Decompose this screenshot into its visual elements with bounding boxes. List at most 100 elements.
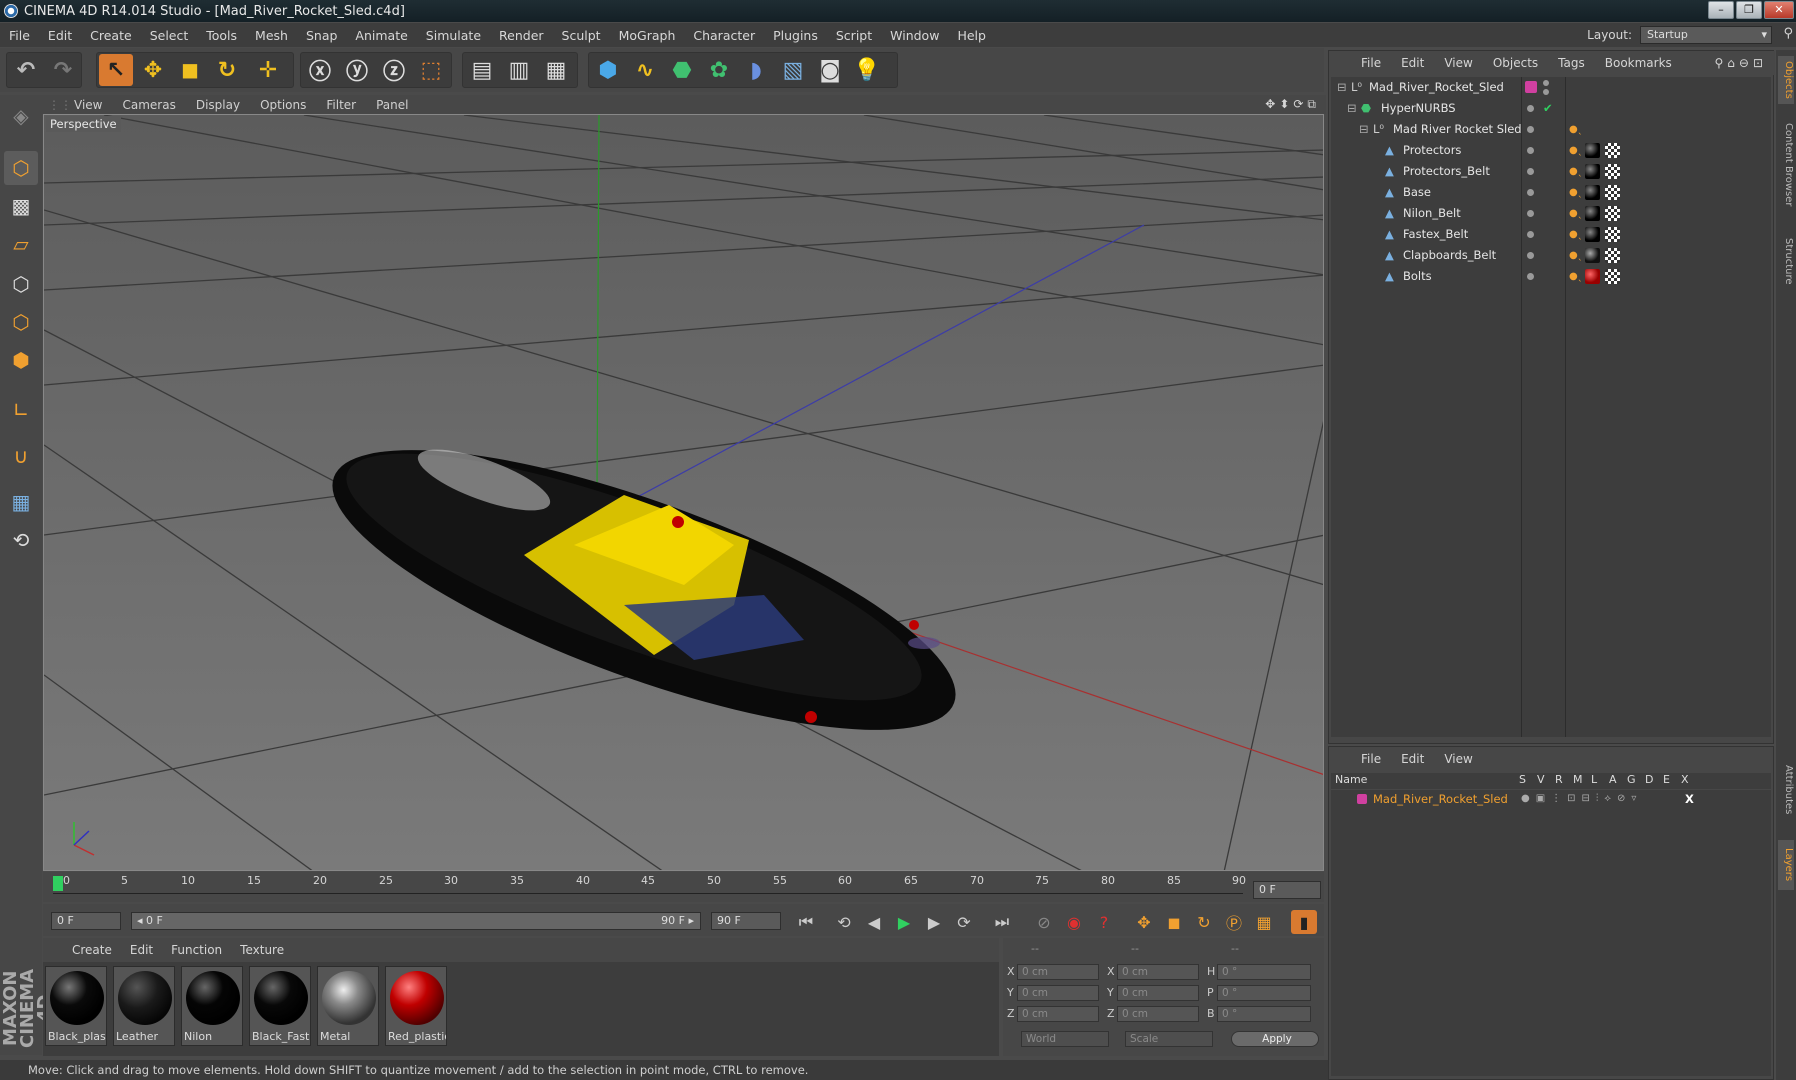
object-row[interactable]: ▲ Bolts ●ˎ [1331, 266, 1771, 287]
material-menu-function[interactable]: Function [162, 943, 231, 957]
x-axis-lock-icon[interactable]: ⓧ [303, 54, 337, 86]
goto-end-icon[interactable]: ⏭ [989, 910, 1015, 934]
key-rotation-icon[interactable]: ↻ [1191, 910, 1217, 934]
current-frame-field[interactable]: 0 F [1253, 881, 1321, 899]
next-frame-icon[interactable]: ▶ [921, 910, 947, 934]
visibility-dot[interactable] [1527, 210, 1534, 217]
material-swatch[interactable]: Black_Faste [249, 966, 311, 1046]
collapse-icon[interactable]: ⊟ [1337, 77, 1347, 98]
prev-frame-icon[interactable]: ◀ [861, 910, 887, 934]
material-tag-icon[interactable] [1585, 248, 1600, 263]
snap-magnet-icon[interactable]: ∪ [4, 439, 38, 473]
planar-workplane-icon[interactable]: ⟲ [4, 523, 38, 557]
object-row[interactable]: ▲ Fastex_Belt ●ˎ [1331, 224, 1771, 245]
object-row[interactable]: ⊟ ⬣ HyperNURBS ✔ [1331, 98, 1771, 119]
object-row[interactable]: ▲ Clapboards_Belt ●ˎ [1331, 245, 1771, 266]
uvw-tag-icon[interactable] [1605, 143, 1620, 158]
polygons-mode-icon[interactable]: ⬢ [4, 343, 38, 377]
play-icon[interactable]: ▶ [891, 910, 917, 934]
material-tag-icon[interactable] [1585, 269, 1600, 284]
material-swatch[interactable]: Nilon [181, 966, 243, 1046]
material-swatch[interactable]: Black_plast [45, 966, 107, 1046]
viewport-menu-filter[interactable]: Filter [316, 98, 366, 112]
scale-tool-icon[interactable]: ◼ [173, 54, 207, 86]
coordinate-system-icon[interactable]: ⬚ [414, 54, 448, 86]
key-parameter-icon[interactable]: Ⓟ [1221, 910, 1247, 934]
spline-icon[interactable]: ∿ [628, 54, 662, 86]
object-row[interactable]: ▲ Nilon_Belt ●ˎ [1331, 203, 1771, 224]
visibility-dot[interactable] [1543, 80, 1549, 86]
tab-content-browser[interactable]: Content Browser [1778, 110, 1794, 220]
tab-attributes[interactable]: Attributes [1778, 750, 1794, 830]
objects-menu-edit[interactable]: Edit [1391, 56, 1434, 70]
position-x-field[interactable]: 0 cm [1017, 964, 1099, 980]
render-dot[interactable] [1543, 89, 1549, 95]
viewport-menu-view[interactable]: View [64, 98, 112, 112]
material-menu-edit[interactable]: Edit [121, 943, 162, 957]
material-menu-create[interactable]: Create [63, 943, 121, 957]
material-tag-icon[interactable] [1585, 164, 1600, 179]
live-selection-icon[interactable]: ↖ [99, 54, 133, 86]
menu-snap[interactable]: Snap [297, 28, 346, 43]
menu-file[interactable]: File [0, 28, 39, 43]
enabled-check-icon[interactable]: ✔ [1543, 98, 1553, 119]
timeline-window-icon[interactable]: ▮ [1291, 910, 1317, 934]
size-x-field[interactable]: 0 cm [1117, 964, 1199, 980]
viewport-menu-cameras[interactable]: Cameras [112, 98, 185, 112]
start-frame-field[interactable]: 0 F [51, 912, 121, 930]
nurbs-icon[interactable]: ⬣ [665, 54, 699, 86]
layer-row[interactable]: Mad_River_Rocket_Sled ●▣⋮⊡⊟⫶⟡⊘▿ X [1331, 790, 1771, 808]
coordinate-mode-select[interactable]: World [1021, 1031, 1109, 1047]
key-position-icon[interactable]: ✥ [1131, 910, 1157, 934]
menu-mesh[interactable]: Mesh [246, 28, 297, 43]
layer-toggle-icons[interactable]: ●▣⋮⊡⊟⫶⟡⊘▿ [1521, 790, 1642, 808]
visibility-dot[interactable] [1527, 189, 1534, 196]
deformer-icon[interactable]: ◗ [739, 54, 773, 86]
tab-layers[interactable]: Layers [1778, 840, 1794, 890]
material-swatch[interactable]: Leather [113, 966, 175, 1046]
material-swatch[interactable]: Red_plastic [385, 966, 447, 1046]
key-pla-icon[interactable]: ▦ [1251, 910, 1277, 934]
3d-viewport[interactable]: Perspective [43, 114, 1324, 871]
uvw-tag-icon[interactable] [1605, 248, 1620, 263]
menu-render[interactable]: Render [490, 28, 553, 43]
objects-search-home-icons[interactable]: ⚲⌂⊖⊡ [1714, 56, 1767, 70]
visibility-dot[interactable] [1527, 252, 1534, 259]
viewport-navigation-icons[interactable]: ✥⬍⟳⧉ [1265, 97, 1320, 112]
visibility-dot[interactable] [1527, 273, 1534, 280]
search-icon[interactable]: ⚲ [1783, 26, 1793, 41]
environment-floor-icon[interactable]: ▧ [776, 54, 810, 86]
object-row[interactable]: ⊟ L⁰ Mad River Rocket Sled ●ˎ [1331, 119, 1771, 140]
mograph-cloner-icon[interactable]: ✿ [702, 54, 736, 86]
playhead[interactable] [53, 876, 63, 891]
close-button[interactable]: ✕ [1764, 1, 1794, 19]
material-tag-icon[interactable] [1585, 206, 1600, 221]
uvw-tag-icon[interactable] [1605, 269, 1620, 284]
menu-sculpt[interactable]: Sculpt [553, 28, 610, 43]
objects-menu-view[interactable]: View [1434, 56, 1482, 70]
record-keys-icon[interactable]: ⊘ [1031, 910, 1057, 934]
menu-animate[interactable]: Animate [346, 28, 416, 43]
visibility-dot[interactable] [1527, 147, 1534, 154]
visibility-dot[interactable] [1527, 168, 1534, 175]
render-view-icon[interactable]: ▤ [465, 54, 499, 86]
size-z-field[interactable]: 0 cm [1117, 1006, 1199, 1022]
viewport-menu-panel[interactable]: Panel [366, 98, 418, 112]
make-editable-icon[interactable]: ◈ [4, 99, 38, 133]
frame-range-slider[interactable]: ◂ 0 F 90 F ▸ [131, 912, 701, 930]
viewport-menu-options[interactable]: Options [250, 98, 316, 112]
keyframe-selection-icon[interactable]: ? [1091, 910, 1117, 934]
objects-menu-file[interactable]: File [1351, 56, 1391, 70]
layers-menu-edit[interactable]: Edit [1391, 752, 1434, 766]
layers-menu-view[interactable]: View [1434, 752, 1482, 766]
object-row[interactable]: ⊟ L⁰ Mad_River_Rocket_Sled [1331, 77, 1771, 98]
uvw-tag-icon[interactable] [1605, 206, 1620, 221]
collapse-icon[interactable]: ⊟ [1347, 98, 1357, 119]
timeline-ruler[interactable]: 0 5 10 15 20 25 30 35 40 45 50 55 60 65 … [43, 872, 1324, 902]
menu-help[interactable]: Help [948, 28, 995, 43]
collapse-icon[interactable]: ⊟ [1359, 119, 1369, 140]
material-tag-icon[interactable] [1585, 143, 1600, 158]
prev-key-icon[interactable]: ⟲ [831, 910, 857, 934]
menu-window[interactable]: Window [881, 28, 948, 43]
menu-script[interactable]: Script [827, 28, 881, 43]
